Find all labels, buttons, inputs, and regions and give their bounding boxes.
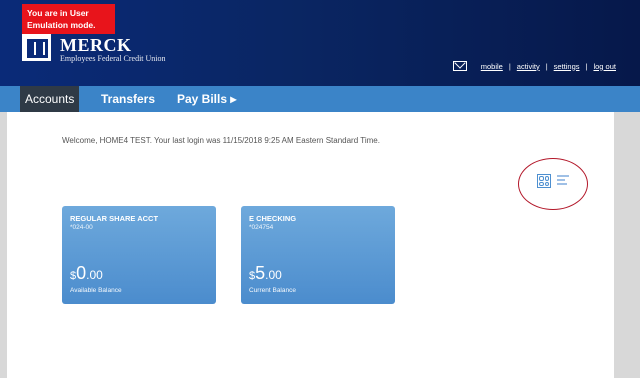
main-nav: Accounts Transfers Pay Bills ▸ (0, 86, 640, 112)
site-header: You are in User Emulation mode. MERCK Em… (0, 0, 640, 86)
separator: | (545, 61, 548, 71)
account-number: *024754 (249, 224, 274, 231)
account-name: REGULAR SHARE ACCT (70, 214, 159, 223)
logout-link[interactable]: log out (593, 62, 616, 71)
emulation-notice: You are in User Emulation mode. (22, 4, 115, 34)
account-balance: $5.00 (249, 263, 282, 283)
utility-links: mobile | activity | settings | log out (452, 61, 616, 71)
highlight-annotation (518, 158, 588, 210)
mail-icon[interactable] (452, 61, 467, 71)
account-card-regular-share[interactable]: REGULAR SHARE ACCT *024-00 $0.00 Availab… (62, 206, 216, 304)
brand[interactable]: MERCK Employees Federal Credit Union (60, 36, 166, 64)
balance-label: Current Balance (249, 287, 296, 294)
tab-transfers[interactable]: Transfers (101, 86, 155, 112)
brand-name: MERCK (60, 35, 132, 55)
separator: | (508, 61, 511, 71)
settings-link[interactable]: settings (554, 62, 580, 71)
account-balance: $0.00 (70, 263, 103, 283)
tab-pay-bills[interactable]: Pay Bills ▸ (177, 86, 236, 112)
left-gutter (0, 112, 7, 378)
separator: | (585, 61, 588, 71)
mobile-link[interactable]: mobile (481, 62, 503, 71)
welcome-message: Welcome, HOME4 TEST. Your last login was… (62, 136, 380, 145)
merck-logo-icon[interactable] (22, 34, 51, 61)
account-number: *024-00 (70, 224, 93, 231)
account-name: E CHECKING (249, 214, 297, 223)
balance-label: Available Balance (70, 287, 122, 294)
brand-subtitle: Employees Federal Credit Union (60, 54, 166, 63)
right-gutter (614, 112, 640, 378)
account-card-e-checking[interactable]: E CHECKING *024754 $5.00 Current Balance (241, 206, 395, 304)
activity-link[interactable]: activity (517, 62, 540, 71)
tab-accounts[interactable]: Accounts (20, 86, 80, 112)
